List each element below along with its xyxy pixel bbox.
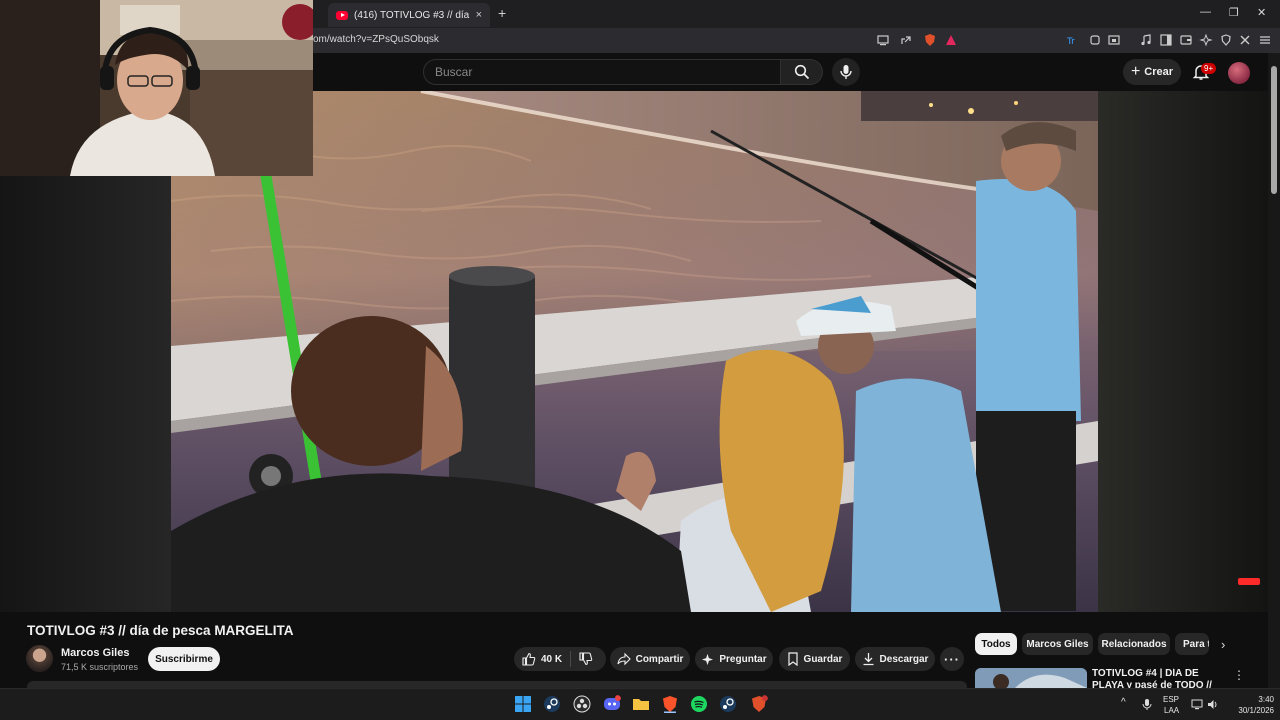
screenshot-icon[interactable]: [1107, 33, 1121, 47]
bookmark-icon: [787, 652, 798, 666]
description-box[interactable]: [27, 681, 967, 688]
microphone-icon: [840, 65, 852, 79]
related-video-thumbnail[interactable]: [975, 668, 1087, 688]
media-controls-icon[interactable]: [1139, 33, 1153, 47]
subscriber-count: 71,5 K suscriptores: [61, 662, 139, 672]
windows-start-icon[interactable]: [514, 695, 532, 713]
related-video-menu-icon[interactable]: ⋮: [1233, 668, 1245, 682]
brave-browser-icon[interactable]: [661, 695, 679, 713]
share-page-icon[interactable]: [899, 33, 913, 47]
mini-red-indicator: [1238, 578, 1260, 585]
related-thumbnail-image: [975, 668, 1087, 688]
thumbs-up-icon[interactable]: [522, 652, 536, 666]
cast-icon[interactable]: [876, 33, 890, 47]
subscribe-button[interactable]: Suscribirme: [148, 647, 220, 671]
plus-icon: +: [1130, 63, 1141, 80]
translate-extension-icon[interactable]: Tr: [1066, 33, 1080, 47]
like-dislike-group: 40 K: [514, 647, 606, 671]
chip-para-ti[interactable]: Para ti: [1175, 633, 1209, 655]
create-button[interactable]: + Crear: [1123, 59, 1181, 85]
keyboard-lang-2[interactable]: LAA: [1164, 706, 1179, 716]
save-button[interactable]: Guardar: [779, 647, 850, 671]
vpn-shield-icon[interactable]: [1219, 33, 1233, 47]
leo-ai-icon[interactable]: [1199, 33, 1213, 47]
share-arrow-icon: [617, 652, 631, 666]
wallet-icon[interactable]: [1179, 33, 1193, 47]
page-scrollbar-thumb[interactable]: [1271, 66, 1277, 194]
close-window-button[interactable]: ✕: [1257, 6, 1266, 19]
chips-next-arrow-icon[interactable]: ›: [1221, 637, 1225, 652]
like-count[interactable]: 40 K: [541, 654, 562, 665]
chip-marcos-giles[interactable]: Marcos Giles: [1022, 633, 1093, 655]
save-label: Guardar: [803, 653, 843, 665]
tab-close-icon[interactable]: ×: [476, 9, 482, 21]
volume-icon[interactable]: [1207, 699, 1219, 710]
search-input[interactable]: Buscar: [423, 59, 781, 85]
notification-count-badge: 9+: [1201, 63, 1217, 74]
tray-overflow-chevron[interactable]: ^: [1121, 698, 1126, 708]
share-label: Compartir: [635, 653, 684, 665]
sidebar-toggle-icon[interactable]: [1159, 33, 1173, 47]
keyboard-lang-1[interactable]: ESP: [1163, 695, 1179, 705]
ask-label: Preguntar: [719, 653, 767, 665]
video-title: TOTIVLOG #3 // día de pesca MARGELITA: [27, 623, 294, 638]
spotify-icon[interactable]: [690, 695, 708, 713]
right-ambient-area: [1098, 91, 1268, 612]
url-field[interactable]: om/watch?v=ZPsQuSObqsk: [313, 34, 439, 45]
restore-button[interactable]: ❐: [1229, 6, 1239, 19]
brave-rewards-icon[interactable]: [944, 33, 958, 47]
channel-avatar[interactable]: [26, 645, 53, 672]
create-label: Crear: [1144, 66, 1174, 78]
channel-name[interactable]: Marcos Giles: [61, 647, 129, 659]
thumbs-down-icon[interactable]: [579, 652, 593, 666]
more-actions-button[interactable]: ···: [940, 647, 964, 671]
file-explorer-icon[interactable]: [632, 695, 650, 713]
clock-time[interactable]: 3:40: [1246, 695, 1274, 705]
voice-search-button[interactable]: [832, 58, 860, 86]
brave-nightly-icon[interactable]: [750, 695, 768, 713]
extensions-icon[interactable]: [1088, 33, 1102, 47]
obs-icon[interactable]: [573, 695, 591, 713]
brave-shield-icon[interactable]: [923, 33, 937, 47]
webcam-overlay: [0, 0, 313, 176]
account-avatar[interactable]: [1228, 62, 1250, 84]
share-button[interactable]: Compartir: [610, 647, 690, 671]
tools-icon[interactable]: [1238, 33, 1252, 47]
network-icon[interactable]: [1191, 699, 1203, 710]
svg-text:Tr: Tr: [1066, 37, 1075, 47]
sparkle-icon: [702, 653, 714, 665]
steam-icon[interactable]: [543, 695, 561, 713]
related-video-title[interactable]: TOTIVLOG #4 | DÍA DE PLAYA y pasé de TOD…: [1092, 668, 1222, 690]
ask-button[interactable]: Preguntar: [695, 647, 773, 671]
search-icon: [794, 64, 809, 80]
webcam-feed-image: [0, 0, 313, 176]
windows-taskbar: ^ ESP LAA 3:40 30/1/2026: [0, 688, 1280, 720]
clock-date[interactable]: 30/1/2026: [1226, 706, 1274, 716]
search-button[interactable]: [781, 59, 823, 85]
chip-todos[interactable]: Todos: [975, 633, 1017, 655]
tab-title: (416) TOTIVLOG #3 // día de pesca MARGEL…: [354, 9, 470, 21]
download-icon: [863, 653, 874, 666]
tray-microphone-icon[interactable]: [1142, 698, 1152, 711]
discord-icon[interactable]: [603, 695, 621, 713]
chip-relacionados[interactable]: Relacionados: [1098, 633, 1170, 655]
download-label: Descargar: [879, 653, 929, 665]
new-tab-button[interactable]: +: [498, 5, 506, 21]
steam-icon-2[interactable]: [719, 695, 737, 713]
browser-menu-icon[interactable]: [1258, 33, 1272, 47]
download-button[interactable]: Descargar: [855, 647, 935, 671]
youtube-favicon-icon: [336, 10, 348, 20]
left-ambient-area: [0, 176, 171, 612]
minimize-button[interactable]: —: [1200, 6, 1211, 18]
like-divider: [570, 651, 571, 667]
browser-tab-youtube[interactable]: (416) TOTIVLOG #3 // día de pesca MARGEL…: [328, 3, 490, 27]
